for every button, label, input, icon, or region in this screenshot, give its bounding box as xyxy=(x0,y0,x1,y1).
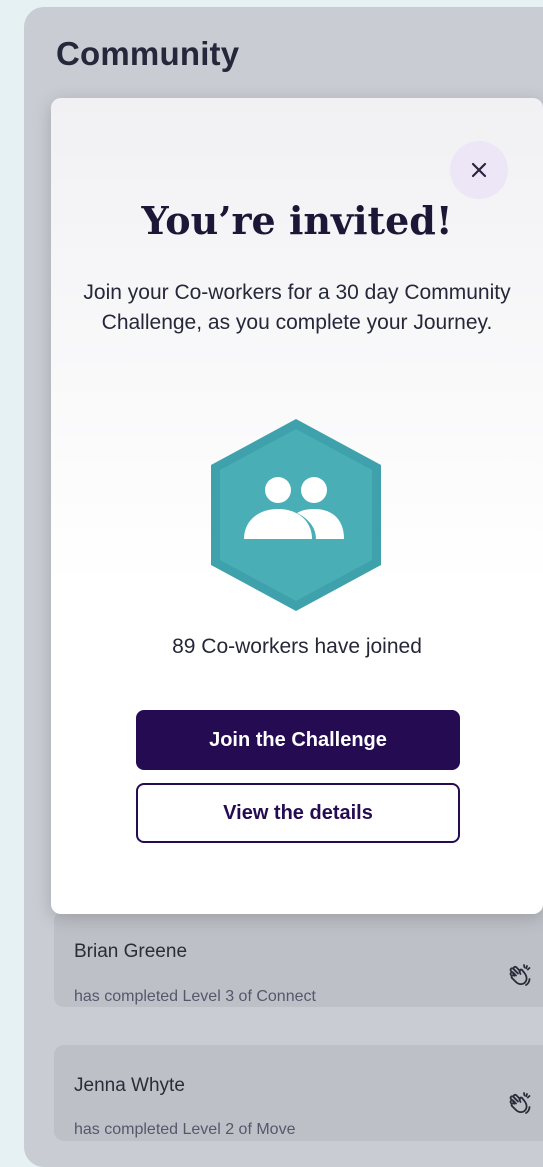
list-item: Brian Greene has completed Level 3 of Co… xyxy=(54,911,543,1007)
close-icon xyxy=(471,162,487,178)
invite-modal: You’re invited! Join your Co-workers for… xyxy=(51,98,543,914)
joined-count: 89 Co-workers have joined xyxy=(172,635,422,658)
page-title: Community xyxy=(56,35,240,72)
feed-user-name: Jenna Whyte xyxy=(74,1075,185,1096)
clap-button[interactable] xyxy=(502,1087,538,1123)
modal-description: Join your Co-workers for a 30 day Commun… xyxy=(83,281,511,334)
join-challenge-button[interactable]: Join the Challenge xyxy=(136,710,460,770)
clap-icon xyxy=(509,1092,531,1114)
people-group-icon xyxy=(211,419,381,611)
clap-icon xyxy=(509,964,531,986)
feed-user-name: Brian Greene xyxy=(74,941,188,962)
close-button[interactable] xyxy=(450,141,508,199)
clap-button[interactable] xyxy=(502,959,538,995)
feed-activity-text: has completed Level 2 of Move xyxy=(74,1121,296,1138)
list-item: Jenna Whyte has completed Level 2 of Mov… xyxy=(54,1045,543,1141)
feed-activity-text: has completed Level 3 of Connect xyxy=(74,988,316,1005)
modal-title: You’re invited! xyxy=(141,198,453,243)
view-details-button[interactable]: View the details xyxy=(136,783,460,843)
